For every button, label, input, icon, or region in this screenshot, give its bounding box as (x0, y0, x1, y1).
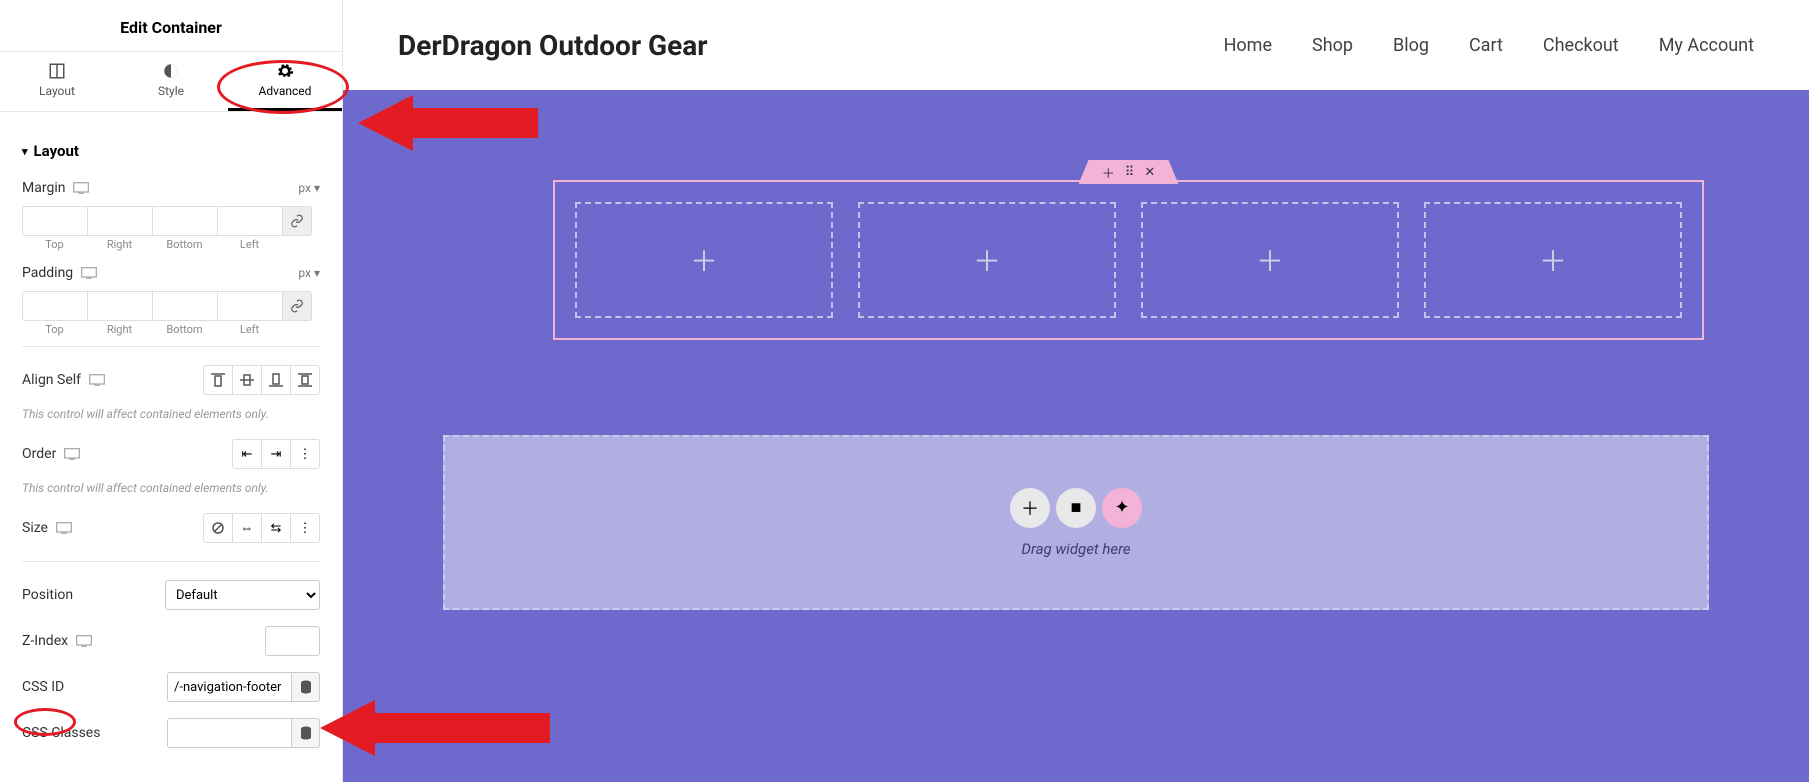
margin-inputs (22, 206, 320, 236)
margin-label: Margin (22, 180, 65, 196)
margin-bottom-input[interactable] (152, 206, 217, 236)
site-brand: DerDragon Outdoor Gear (398, 29, 708, 62)
responsive-icon[interactable] (56, 522, 72, 534)
container-column[interactable]: ＋ (575, 202, 833, 318)
plus-icon: ＋ (973, 240, 1001, 280)
padding-left-input[interactable] (217, 291, 282, 321)
order-options: ⇤ ⇥ ⋮ (232, 439, 320, 469)
order-label: Order (22, 446, 56, 462)
add-icon[interactable]: ＋ (1102, 163, 1115, 182)
dynamic-button[interactable] (292, 672, 320, 702)
close-icon[interactable]: ✕ (1144, 165, 1155, 180)
layout-icon (48, 62, 66, 80)
database-icon (300, 680, 312, 694)
size-label: Size (22, 520, 48, 536)
padding-inputs (22, 291, 320, 321)
responsive-icon[interactable] (81, 267, 97, 279)
margin-unit[interactable]: px▾ (298, 181, 320, 195)
padding-unit[interactable]: px▾ (298, 266, 320, 280)
padding-top-input[interactable] (22, 291, 87, 321)
css-classes-input[interactable] (167, 718, 292, 748)
link-values-button[interactable] (282, 291, 312, 321)
css-id-input[interactable] (167, 672, 292, 702)
selected-container[interactable]: ＋ ⠿ ✕ ＋ ＋ ＋ ＋ (553, 180, 1704, 340)
help-text: This control will affect contained eleme… (0, 403, 342, 431)
order-start-button[interactable]: ⇤ (232, 439, 262, 469)
size-options: ⇔ ⇆ ⋮ (203, 513, 320, 543)
padding-label: Padding (22, 265, 73, 281)
order-more-button[interactable]: ⋮ (290, 439, 320, 469)
align-end-button[interactable] (261, 365, 291, 395)
help-text: This control will affect contained eleme… (0, 477, 342, 505)
nav-account[interactable]: My Account (1659, 35, 1754, 56)
container-column[interactable]: ＋ (1424, 202, 1682, 318)
size-shrink-button[interactable]: ⇆ (261, 513, 291, 543)
site-header: DerDragon Outdoor Gear Home Shop Blog Ca… (343, 0, 1809, 90)
align-center-button[interactable] (232, 365, 262, 395)
container-toolbar: ＋ ⠿ ✕ (1079, 160, 1179, 184)
gear-icon (276, 62, 294, 80)
responsive-icon[interactable] (76, 635, 92, 647)
css-id-label: CSS ID (22, 679, 64, 695)
zindex-label: Z-Index (22, 633, 68, 649)
tab-advanced[interactable]: Advanced (228, 52, 342, 111)
nav-blog[interactable]: Blog (1393, 35, 1429, 56)
position-label: Position (22, 587, 73, 603)
size-grow-button[interactable]: ⇔ (232, 513, 262, 543)
nav-home[interactable]: Home (1224, 35, 1272, 56)
margin-right-input[interactable] (87, 206, 152, 236)
link-values-button[interactable] (282, 206, 312, 236)
nav-shop[interactable]: Shop (1312, 35, 1353, 56)
size-none-button[interactable] (203, 513, 233, 543)
responsive-icon[interactable] (89, 374, 105, 386)
ai-button[interactable]: ✦ (1102, 488, 1142, 528)
css-classes-label: CSS Classes (22, 725, 100, 741)
template-library-button[interactable]: ■ (1056, 488, 1096, 528)
add-section-button[interactable]: ＋ (1010, 488, 1050, 528)
plus-icon: ＋ (1256, 240, 1284, 280)
align-start-button[interactable] (203, 365, 233, 395)
order-end-button[interactable]: ⇥ (261, 439, 291, 469)
padding-right-input[interactable] (87, 291, 152, 321)
align-self-label: Align Self (22, 372, 81, 388)
tab-style[interactable]: Style (114, 52, 228, 111)
panel-title: Edit Container (0, 0, 342, 52)
section-layout-header[interactable]: Layout (0, 112, 342, 172)
dynamic-button[interactable] (292, 718, 320, 748)
style-icon (162, 62, 180, 80)
zindex-input[interactable] (265, 626, 320, 656)
sparkle-icon: ✦ (1114, 497, 1129, 518)
responsive-icon[interactable] (64, 448, 80, 460)
nav-cart[interactable]: Cart (1469, 35, 1503, 56)
plus-icon: ＋ (1021, 495, 1039, 521)
folder-icon: ■ (1071, 497, 1082, 518)
size-more-button[interactable]: ⋮ (290, 513, 320, 543)
database-icon (300, 726, 312, 740)
site-nav: Home Shop Blog Cart Checkout My Account (1224, 35, 1754, 56)
link-icon (290, 214, 304, 228)
position-select[interactable]: Default (165, 580, 320, 610)
tab-layout[interactable]: Layout (0, 52, 114, 111)
padding-bottom-input[interactable] (152, 291, 217, 321)
responsive-icon[interactable] (73, 182, 89, 194)
panel-tabs: Layout Style Advanced (0, 52, 342, 112)
margin-top-input[interactable] (22, 206, 87, 236)
plus-icon: ＋ (690, 240, 718, 280)
align-self-options (203, 365, 320, 395)
nav-checkout[interactable]: Checkout (1543, 35, 1619, 56)
margin-left-input[interactable] (217, 206, 282, 236)
editor-canvas: DerDragon Outdoor Gear Home Shop Blog Ca… (343, 0, 1809, 782)
plus-icon: ＋ (1539, 240, 1567, 280)
widget-dropzone[interactable]: ＋ ■ ✦ Drag widget here (443, 435, 1709, 610)
container-column[interactable]: ＋ (858, 202, 1116, 318)
link-icon (290, 299, 304, 313)
align-stretch-button[interactable] (290, 365, 320, 395)
container-column[interactable]: ＋ (1141, 202, 1399, 318)
editor-sidebar: Edit Container Layout Style Advanced Lay… (0, 0, 343, 782)
dropzone-text: Drag widget here (1021, 540, 1130, 558)
drag-handle-icon[interactable]: ⠿ (1125, 165, 1135, 180)
